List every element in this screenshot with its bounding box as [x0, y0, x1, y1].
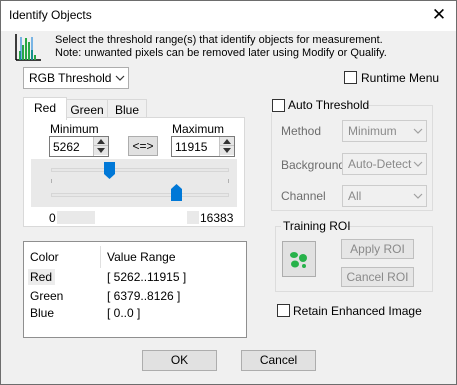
- minimum-up-button[interactable]: [94, 137, 108, 146]
- chevron-down-icon: [115, 75, 125, 81]
- minimum-value: 5262: [53, 140, 80, 154]
- maximum-spinner[interactable]: [219, 137, 234, 156]
- runtime-menu-checkbox[interactable]: [344, 71, 357, 84]
- scale-max-label: 16383: [200, 211, 234, 225]
- close-icon: ✕: [431, 5, 447, 24]
- slider-area: [31, 159, 237, 207]
- row-range-green: [ 6379..8126 ]: [107, 289, 181, 303]
- maximum-down-button[interactable]: [220, 146, 234, 155]
- minimum-spinner[interactable]: [93, 137, 108, 156]
- ok-label: OK: [170, 353, 189, 367]
- list-item[interactable]: Red [ 5262..11915 ]: [24, 268, 246, 287]
- tab-blue-label: Blue: [114, 103, 140, 117]
- scale-max-bar: [187, 211, 199, 224]
- background-label: Background: [281, 158, 346, 172]
- tab-red-label: Red: [33, 101, 56, 115]
- threshold-mode-select[interactable]: RGB Threshold: [23, 67, 129, 89]
- row-range-blue: [ 0..0 ]: [107, 306, 141, 320]
- tab-green-label: Green: [70, 103, 104, 117]
- retain-enhanced-label: Retain Enhanced Image: [293, 304, 422, 318]
- scale-min-bar: [57, 211, 95, 224]
- maximum-slider-thumb[interactable]: [171, 184, 183, 202]
- histogram-icon: [15, 33, 41, 61]
- slider-tick: [51, 179, 52, 183]
- ok-button[interactable]: OK: [142, 350, 217, 371]
- swap-range-button[interactable]: <=>: [128, 136, 158, 156]
- blobs-icon: [290, 252, 307, 268]
- description-line-1: Select the threshold range(s) that ident…: [55, 34, 383, 46]
- maximum-value: 11915: [175, 140, 208, 154]
- minimum-down-button[interactable]: [94, 146, 108, 155]
- title-bar: Identify Objects ✕: [1, 1, 456, 31]
- maximum-up-button[interactable]: [220, 137, 234, 146]
- scale-min-label: 0: [49, 211, 56, 225]
- channel-label: Channel: [281, 189, 326, 203]
- apply-roi-label: Apply ROI: [350, 242, 405, 256]
- runtime-menu-label: Runtime Menu: [361, 71, 440, 85]
- column-divider: [100, 246, 101, 268]
- threshold-mode-value: RGB Threshold: [29, 71, 112, 85]
- background-select[interactable]: Auto-Detect: [342, 153, 427, 175]
- column-color: Color: [30, 250, 59, 264]
- cancel-roi-label: Cancel ROI: [346, 270, 409, 284]
- method-select[interactable]: Minimum: [342, 120, 427, 142]
- column-value-range: Value Range: [107, 250, 176, 264]
- row-color-blue: Blue: [30, 306, 55, 320]
- channel-value: All: [348, 189, 362, 203]
- tab-red[interactable]: Red: [23, 97, 67, 120]
- row-color-green: Green: [30, 289, 64, 303]
- arrow-down-icon: [97, 148, 105, 153]
- minimum-slider-track[interactable]: [51, 168, 229, 172]
- maximum-input[interactable]: 11915: [171, 136, 235, 157]
- chevron-down-icon: [413, 161, 423, 167]
- background-value: Auto-Detect: [348, 157, 412, 171]
- list-item[interactable]: Blue [ 0..0 ]: [24, 304, 246, 323]
- auto-threshold-checkbox[interactable]: [272, 99, 285, 112]
- close-button[interactable]: ✕: [422, 1, 456, 31]
- cancel-label: Cancel: [259, 353, 298, 367]
- description-line-2: Note: unwanted pixels can be removed lat…: [55, 47, 387, 59]
- chevron-down-icon: [413, 193, 423, 199]
- cancel-roi-button[interactable]: Cancel ROI: [341, 267, 414, 287]
- minimum-label: Minimum: [50, 122, 99, 136]
- training-roi-button[interactable]: [282, 241, 316, 277]
- description-text: Select the threshold range(s) that ident…: [55, 34, 387, 60]
- method-label: Method: [281, 124, 322, 138]
- maximum-slider-track[interactable]: [51, 193, 229, 197]
- retain-enhanced-checkbox[interactable]: [277, 304, 290, 317]
- row-range-red: [ 5262..11915 ]: [107, 270, 187, 284]
- value-range-list[interactable]: Color Value Range Red [ 5262..11915 ] Gr…: [23, 241, 247, 338]
- training-roi-title: Training ROI: [283, 219, 351, 233]
- list-header: Color Value Range: [24, 248, 246, 267]
- apply-roi-button[interactable]: Apply ROI: [341, 239, 414, 259]
- slider-tick: [228, 179, 229, 183]
- maximum-label: Maximum: [172, 122, 225, 136]
- window-title: Identify Objects: [9, 8, 92, 22]
- arrow-up-icon: [97, 139, 105, 144]
- swap-range-label: <=>: [132, 139, 154, 153]
- arrow-up-icon: [223, 139, 231, 144]
- minimum-slider-thumb[interactable]: [104, 162, 116, 180]
- cancel-button[interactable]: Cancel: [241, 350, 316, 371]
- auto-threshold-label: Auto Threshold: [288, 98, 370, 112]
- identify-objects-dialog: Identify Objects ✕ Select the threshold …: [0, 0, 457, 385]
- arrow-down-icon: [223, 148, 231, 153]
- channel-select[interactable]: All: [342, 185, 427, 207]
- method-value: Minimum: [348, 124, 397, 138]
- row-color-red: Red: [28, 269, 56, 285]
- chevron-down-icon: [413, 128, 423, 134]
- minimum-input[interactable]: 5262: [49, 136, 109, 157]
